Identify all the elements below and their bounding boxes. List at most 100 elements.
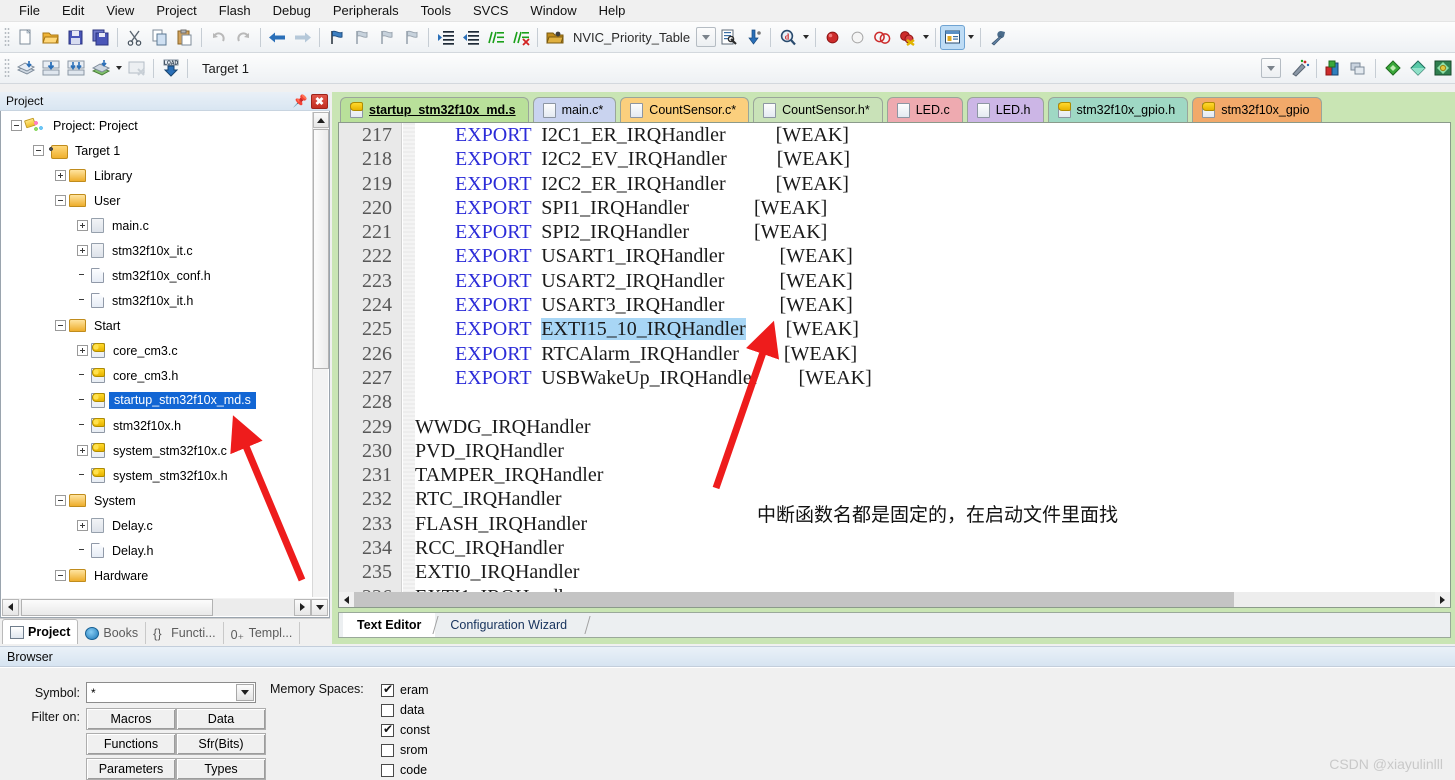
copy-button[interactable]: [147, 25, 172, 50]
indent-left-button[interactable]: [458, 25, 483, 50]
editor-bottom-tab[interactable]: Configuration Wizard: [436, 613, 581, 637]
tree-item[interactable]: main.c: [1, 213, 311, 238]
tree-item[interactable]: User: [1, 188, 311, 213]
project-tab-books[interactable]: Books: [78, 622, 147, 644]
close-icon[interactable]: ✖: [311, 93, 328, 109]
code-hscroll-track[interactable]: [354, 592, 1435, 607]
hscroll-thumb[interactable]: [21, 598, 213, 616]
batch-build-dropdown-caret[interactable]: [113, 56, 124, 81]
tree-item[interactable]: Target 1: [1, 138, 311, 163]
tree-item[interactable]: System: [1, 488, 311, 513]
redo-button[interactable]: [231, 25, 256, 50]
collapse-icon[interactable]: [55, 570, 66, 581]
packs-green-button[interactable]: [1380, 56, 1405, 81]
menu-item-window[interactable]: Window: [519, 0, 587, 21]
tree-item[interactable]: Delay.c: [1, 513, 311, 538]
editor-tab[interactable]: stm32f10x_gpio.h: [1047, 97, 1189, 122]
tree-item[interactable]: core_cm3.c: [1, 338, 311, 363]
target-options-button[interactable]: [1287, 56, 1312, 81]
symbol-input[interactable]: *: [86, 682, 256, 703]
checkbox-data[interactable]: [381, 703, 394, 717]
translate-file-button[interactable]: [13, 56, 38, 81]
tree-item[interactable]: system_stm32f10x.c: [1, 438, 311, 463]
comment-lines-button[interactable]: [483, 25, 508, 50]
navigate-back-button[interactable]: [265, 25, 290, 50]
code-scroll-right-button[interactable]: [1435, 592, 1450, 607]
windows-dropdown-caret[interactable]: [965, 25, 976, 50]
filter-button-parameters[interactable]: Parameters: [86, 758, 176, 780]
collapse-icon[interactable]: [55, 195, 66, 206]
find-dropdown-caret[interactable]: [800, 25, 811, 50]
manage-windows-button[interactable]: [940, 24, 966, 50]
pack-installer-button[interactable]: [1430, 56, 1455, 81]
save-all-button[interactable]: [88, 25, 113, 50]
expand-icon[interactable]: [77, 445, 88, 456]
memory-space-item[interactable]: eram: [381, 680, 430, 700]
memory-space-item[interactable]: data: [381, 700, 430, 720]
editor-tab[interactable]: startup_stm32f10x_md.s: [340, 97, 529, 122]
menu-item-tools[interactable]: Tools: [410, 0, 462, 21]
disable-breakpoint-button[interactable]: [845, 25, 870, 50]
cut-button[interactable]: [122, 25, 147, 50]
batch-build-button[interactable]: [88, 56, 113, 81]
collapse-icon[interactable]: [33, 145, 44, 156]
project-tab-project[interactable]: Project: [2, 619, 79, 644]
editor-tab[interactable]: LED.h: [966, 97, 1044, 122]
scroll-down-button[interactable]: [311, 598, 328, 616]
filter-button-types[interactable]: Types: [176, 758, 266, 780]
tree-item[interactable]: stm32f10x_conf.h: [1, 263, 311, 288]
editor-tab[interactable]: stm32f10x_gpio: [1192, 97, 1323, 122]
bookmark-toggle-button[interactable]: [324, 25, 349, 50]
tree-item[interactable]: stm32f10x_it.c: [1, 238, 311, 263]
source-browse-button[interactable]: [716, 25, 741, 50]
filter-button-functions[interactable]: Functions: [86, 733, 176, 755]
kill-all-breakpoints-button[interactable]: [895, 25, 920, 50]
packs-teal-button[interactable]: [1405, 56, 1430, 81]
memory-space-item[interactable]: const: [381, 720, 430, 740]
tree-item[interactable]: stm32f10x.h: [1, 413, 311, 438]
memory-space-item[interactable]: srom: [381, 740, 430, 760]
tree-item[interactable]: Delay.h: [1, 538, 311, 563]
editor-tab[interactable]: LED.c: [886, 97, 963, 122]
configuration-button[interactable]: [985, 25, 1010, 50]
download-button[interactable]: LOAD: [158, 56, 183, 81]
scroll-left-button[interactable]: [2, 598, 19, 616]
find-in-files-button[interactable]: d: [775, 25, 800, 50]
memory-space-item[interactable]: code: [381, 760, 430, 780]
project-tab-templ[interactable]: 0₊ Templ...: [224, 622, 301, 644]
file-selector-dropdown[interactable]: [696, 27, 717, 47]
code-hscroll-thumb[interactable]: [354, 592, 1234, 607]
symbol-dropdown-arrow[interactable]: [236, 684, 254, 701]
pin-icon[interactable]: 📌: [292, 93, 308, 109]
build-target-button[interactable]: [38, 56, 63, 81]
expand-icon[interactable]: [77, 245, 88, 256]
tree-item[interactable]: system_stm32f10x.h: [1, 463, 311, 488]
hscroll-track[interactable]: [19, 598, 294, 616]
collapse-icon[interactable]: [55, 495, 66, 506]
manage-project-items-button[interactable]: [1321, 56, 1346, 81]
tree-item[interactable]: core_cm3.h: [1, 363, 311, 388]
checkbox-eram[interactable]: [381, 682, 394, 697]
goto-definition-button[interactable]: [741, 25, 766, 50]
file-browse-button[interactable]: [542, 25, 567, 50]
tree-item[interactable]: Project: Project: [1, 113, 311, 138]
menu-item-view[interactable]: View: [95, 0, 145, 21]
editor-bottom-tab[interactable]: Text Editor: [343, 613, 436, 637]
current-file-selector[interactable]: NVIC_Priority_Table: [567, 30, 696, 45]
undo-button[interactable]: [206, 25, 231, 50]
new-file-button[interactable]: [13, 25, 38, 50]
project-tab-functi[interactable]: {} Functi...: [146, 622, 224, 644]
tree-item[interactable]: Hardware: [1, 563, 311, 588]
navigate-forward-button[interactable]: [290, 25, 315, 50]
disable-all-breakpoints-button[interactable]: [870, 25, 895, 50]
collapse-icon[interactable]: [55, 320, 66, 331]
checkbox-const[interactable]: [381, 722, 394, 737]
menu-item-file[interactable]: File: [8, 0, 51, 21]
filter-button-sfrbits[interactable]: Sfr(Bits): [176, 733, 266, 755]
insert-breakpoint-button[interactable]: [820, 25, 845, 50]
expand-icon[interactable]: [55, 170, 66, 181]
editor-tab[interactable]: main.c*: [532, 97, 617, 122]
filter-button-data[interactable]: Data: [176, 708, 266, 730]
code-scroll-left-button[interactable]: [339, 592, 354, 607]
expand-icon[interactable]: [77, 520, 88, 531]
